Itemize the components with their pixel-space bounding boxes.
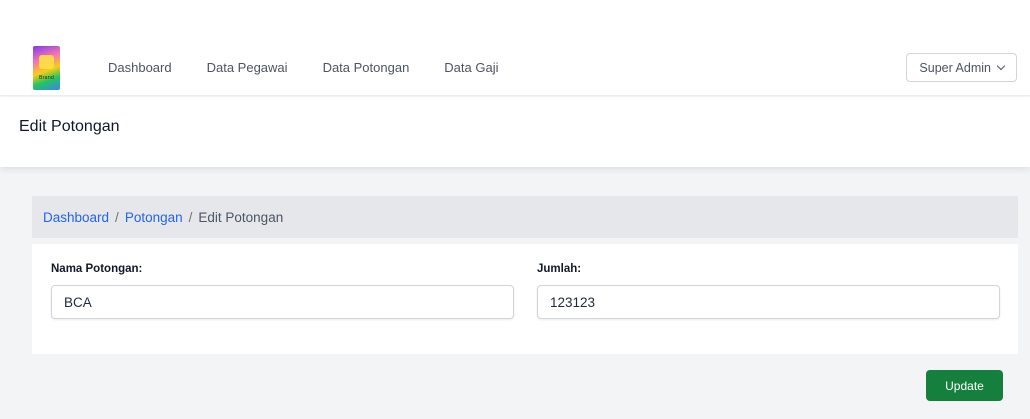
nama-potongan-label: Nama Potongan: — [51, 263, 143, 275]
form-footer: Update — [32, 354, 1018, 419]
jumlah-label: Jumlah: — [537, 263, 582, 275]
main-nav: Dashboard Data Pegawai Data Potongan Dat… — [108, 60, 534, 75]
breadcrumb-current: Edit Potongan — [198, 209, 284, 225]
nav-link-data-potongan[interactable]: Data Potongan — [323, 60, 410, 75]
breadcrumb: Dashboard / Potongan / Edit Potongan — [32, 196, 1018, 238]
top-navbar: Brand Dashboard Data Pegawai Data Potong… — [0, 0, 1030, 96]
jumlah-input[interactable] — [537, 285, 1000, 319]
page-header: Edit Potongan — [0, 97, 1030, 167]
nav-link-data-pegawai[interactable]: Data Pegawai — [207, 60, 288, 75]
nav-link-dashboard[interactable]: Dashboard — [108, 60, 172, 75]
logo-mark — [39, 55, 54, 69]
breadcrumb-separator: / — [115, 209, 119, 225]
logo-text: Brand — [39, 75, 54, 81]
app-logo[interactable]: Brand — [33, 46, 60, 90]
page-title: Edit Potongan — [19, 118, 120, 135]
nama-potongan-input[interactable] — [51, 285, 514, 319]
breadcrumb-separator: / — [188, 209, 193, 225]
user-menu-button[interactable]: Super Admin — [906, 53, 1017, 82]
chevron-down-icon — [996, 61, 1006, 71]
nav-link-data-gaji[interactable]: Data Gaji — [444, 60, 498, 75]
edit-form-card: Nama Potongan: Jumlah: Update — [32, 244, 1018, 419]
update-button[interactable]: Update — [926, 370, 1003, 401]
breadcrumb-link-dashboard[interactable]: Dashboard — [43, 210, 109, 225]
breadcrumb-link-potongan[interactable]: Potongan — [125, 210, 183, 225]
user-menu-label: Super Admin — [919, 60, 991, 75]
